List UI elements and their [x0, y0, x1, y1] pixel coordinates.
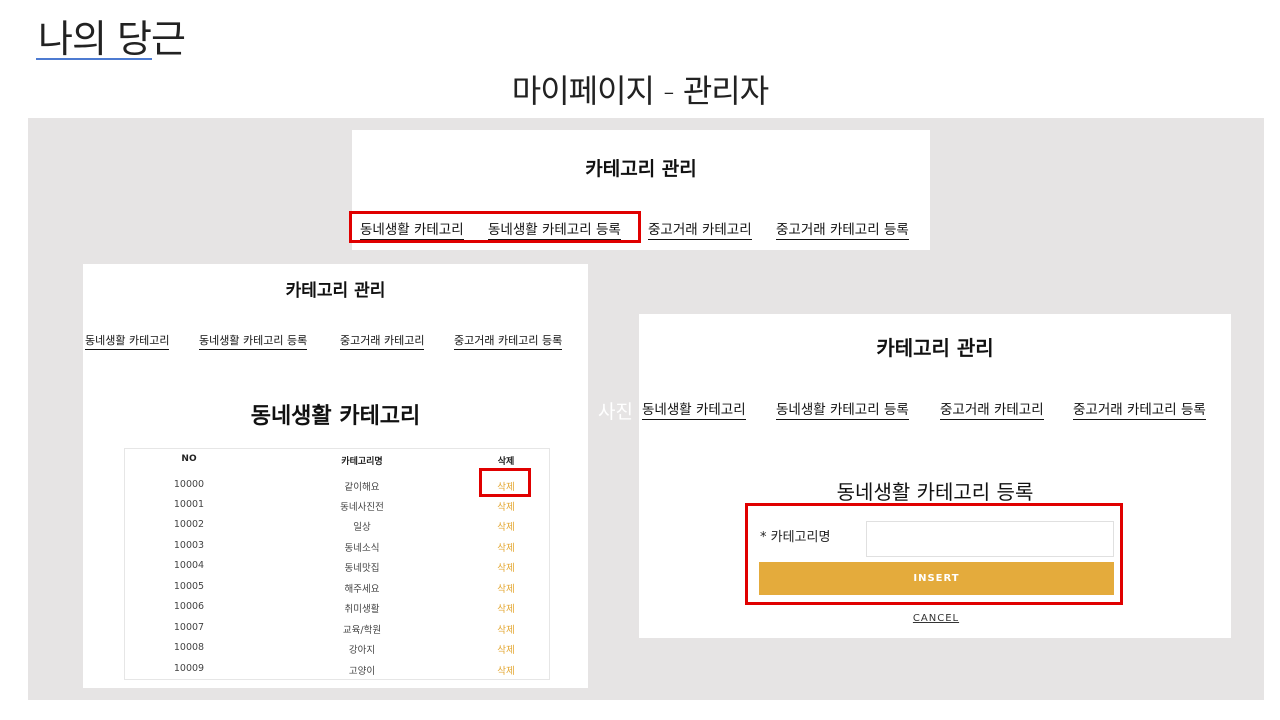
delete-link[interactable]: 삭제	[483, 560, 529, 574]
panel-title: 카테고리 관리	[876, 336, 994, 360]
column-header-no: NO	[181, 454, 197, 464]
row-no: 10002	[173, 519, 205, 530]
panel-title: 카테고리 관리	[285, 281, 386, 301]
row-no: 10009	[173, 663, 205, 674]
tab-local-category-register[interactable]: 동네생활 카테고리 등록	[199, 332, 308, 350]
row-name: 동네맛집	[344, 563, 380, 574]
table-row: 10007 교육/학원 삭제	[125, 622, 549, 642]
row-no: 10005	[173, 581, 205, 592]
list-heading: 동네생활 카테고리	[250, 404, 421, 429]
row-no: 10004	[173, 560, 205, 571]
row-name: 동네사진전	[340, 502, 384, 513]
highlight-box-tabs	[349, 211, 641, 243]
table-row: 10008 강아지 삭제	[125, 642, 549, 662]
tab-local-category[interactable]: 동네생활 카테고리	[642, 398, 746, 420]
row-name: 같이해요	[344, 482, 380, 493]
delete-link[interactable]: 삭제	[483, 601, 529, 615]
tab-used-category-register[interactable]: 중고거래 카테고리 등록	[776, 218, 909, 240]
tab-used-category[interactable]: 중고거래 카테고리	[940, 398, 1044, 420]
tab-used-category-register[interactable]: 중고거래 카테고리 등록	[1073, 398, 1206, 420]
row-no: 10003	[173, 540, 205, 551]
row-no: 10008	[173, 642, 205, 653]
row-no: 10001	[173, 499, 205, 510]
row-name: 취미생활	[344, 604, 380, 615]
row-name: 해주세요	[344, 584, 380, 595]
tab-used-category[interactable]: 중고거래 카테고리	[648, 218, 752, 240]
row-name: 동네소식	[344, 543, 380, 554]
panel-title: 카테고리 관리	[585, 158, 697, 180]
register-heading: 동네생활 카테고리 등록	[836, 480, 1034, 504]
delete-link[interactable]: 삭제	[483, 663, 529, 677]
row-name: 고양이	[348, 666, 376, 677]
delete-link[interactable]: 삭제	[483, 581, 529, 595]
table-row: 10005 해주세요 삭제	[125, 581, 549, 601]
cancel-link[interactable]: CANCEL	[900, 613, 972, 624]
delete-link[interactable]: 삭제	[483, 540, 529, 554]
delete-link[interactable]: 삭제	[483, 519, 529, 533]
table-row: 10001 동네사진전 삭제	[125, 499, 549, 519]
row-name: 일상	[353, 522, 371, 533]
delete-link[interactable]: 삭제	[483, 499, 529, 513]
tab-local-category-register[interactable]: 동네생활 카테고리 등록	[776, 398, 909, 420]
highlight-box-delete	[479, 468, 531, 497]
table-row: 10006 취미생활 삭제	[125, 601, 549, 621]
column-header-name: 카테고리명	[341, 457, 383, 467]
tab-used-category-register[interactable]: 중고거래 카테고리 등록	[454, 332, 563, 350]
delete-link[interactable]: 삭제	[483, 642, 529, 656]
slide-subtitle: 마이페이지 - 관리자	[511, 72, 769, 110]
row-no: 10007	[173, 622, 205, 633]
row-name: 교육/학원	[342, 625, 382, 636]
table-row: 10009 고양이 삭제	[125, 663, 549, 683]
overlay-text: 사진	[598, 401, 633, 423]
table-row: 10003 동네소식 삭제	[125, 540, 549, 560]
column-header-delete: 삭제	[497, 457, 515, 467]
tab-used-category[interactable]: 중고거래 카테고리	[340, 332, 425, 350]
tab-local-category[interactable]: 동네생활 카테고리	[85, 332, 170, 350]
row-no: 10006	[173, 601, 205, 612]
delete-link[interactable]: 삭제	[483, 622, 529, 636]
row-no: 10000	[173, 479, 205, 490]
title-underline	[36, 58, 152, 60]
highlight-box-form	[745, 503, 1123, 605]
slide-title: 나의 당근	[38, 17, 186, 61]
table-row: 10004 동네맛집 삭제	[125, 560, 549, 580]
table-row: 10002 일상 삭제	[125, 519, 549, 539]
row-name: 강아지	[348, 645, 376, 656]
